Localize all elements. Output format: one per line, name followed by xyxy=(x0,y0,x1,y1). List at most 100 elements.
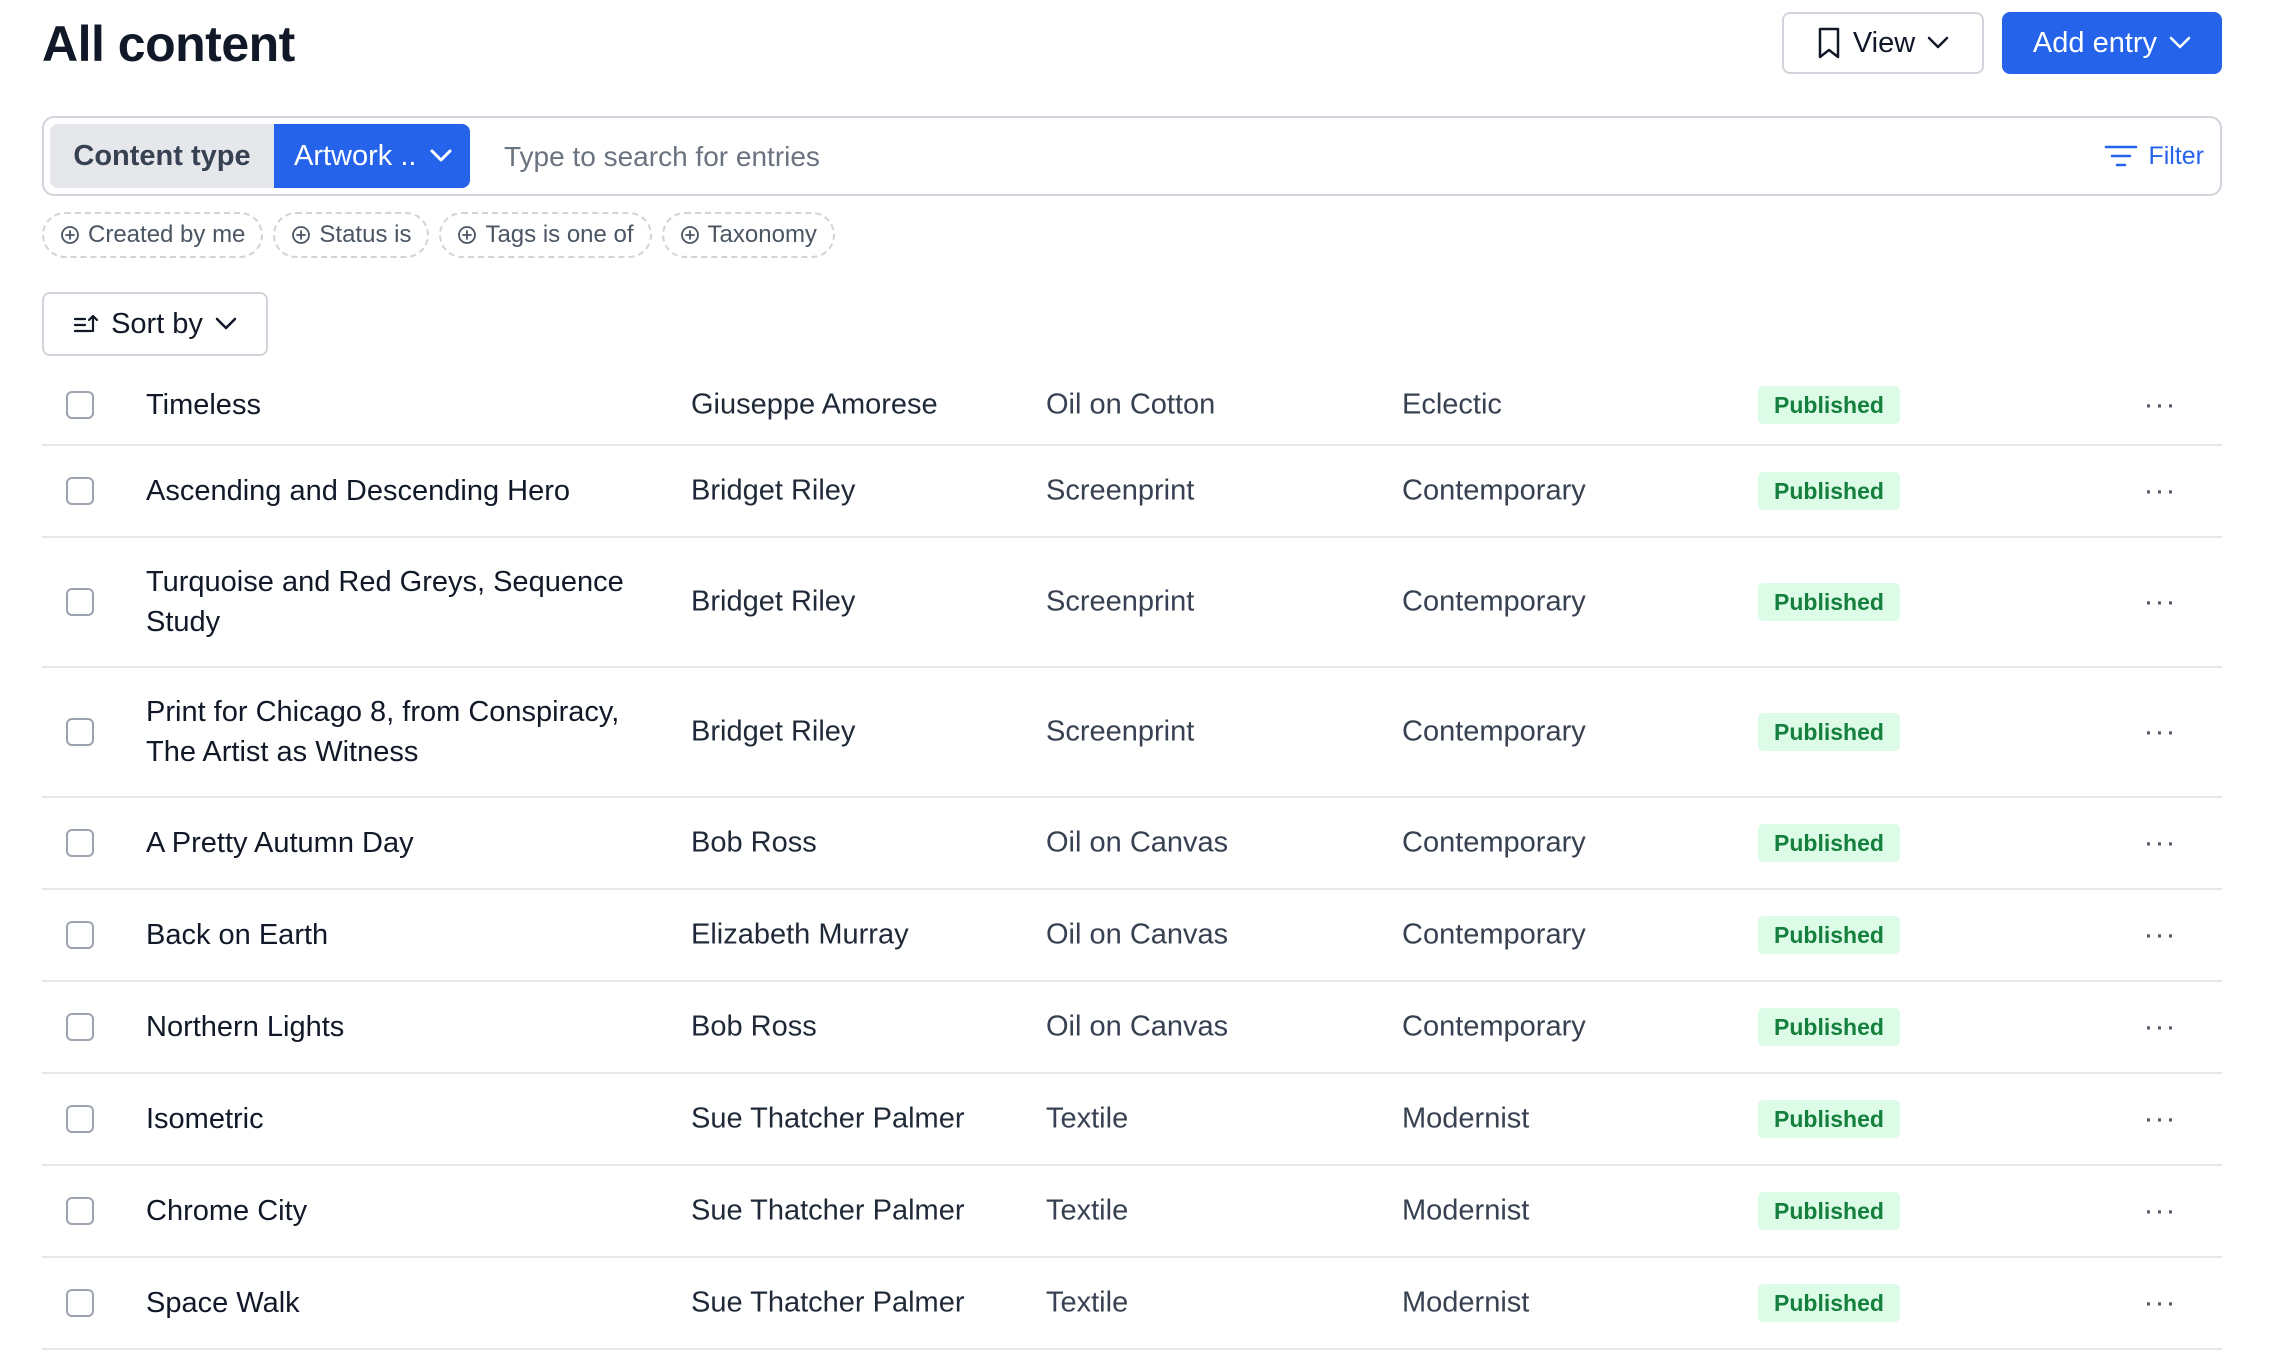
table-row[interactable]: Isometric Sue Thatcher Palmer Textile Mo… xyxy=(42,1074,2222,1166)
entry-medium: Oil on Cotton xyxy=(1046,388,1216,421)
more-horizontal-icon[interactable]: ··· xyxy=(2140,717,2180,747)
status-badge: Published xyxy=(1758,713,1900,751)
entry-medium: Screenprint xyxy=(1046,715,1195,748)
content-table: Timeless Giuseppe Amorese Oil on Cotton … xyxy=(42,366,2222,1350)
plus-circle-icon xyxy=(291,225,311,245)
add-entry-button[interactable]: Add entry xyxy=(2002,12,2222,74)
sort-icon xyxy=(73,313,99,335)
table-row[interactable]: Back on Earth Elizabeth Murray Oil on Ca… xyxy=(42,890,2222,982)
table-row[interactable]: Print for Chicago 8, from Conspiracy, Th… xyxy=(42,668,2222,798)
chevron-down-icon xyxy=(215,317,237,331)
row-checkbox[interactable] xyxy=(66,588,94,616)
entry-artist: Bridget Riley xyxy=(691,474,856,507)
more-horizontal-icon[interactable]: ··· xyxy=(2140,390,2180,420)
row-checkbox[interactable] xyxy=(66,1197,94,1225)
entry-artist: Sue Thatcher Palmer xyxy=(691,1194,965,1227)
more-horizontal-icon[interactable]: ··· xyxy=(2140,920,2180,950)
plus-circle-icon xyxy=(457,225,477,245)
table-row[interactable]: Timeless Giuseppe Amorese Oil on Cotton … xyxy=(42,366,2222,446)
sort-button[interactable]: Sort by xyxy=(42,292,268,356)
entry-title[interactable]: Back on Earth xyxy=(146,915,646,955)
entry-style: Contemporary xyxy=(1402,1010,1586,1043)
chip-tags-is-one-of[interactable]: Tags is one of xyxy=(439,212,652,258)
content-type-label: Content type xyxy=(50,124,274,188)
table-row[interactable]: Turquoise and Red Greys, Sequence Study … xyxy=(42,538,2222,668)
more-horizontal-icon[interactable]: ··· xyxy=(2140,476,2180,506)
chip-status-is[interactable]: Status is xyxy=(273,212,430,258)
table-row[interactable]: Northern Lights Bob Ross Oil on Canvas C… xyxy=(42,982,2222,1074)
entry-title[interactable]: Northern Lights xyxy=(146,1007,646,1047)
status-badge: Published xyxy=(1758,916,1900,954)
row-checkbox[interactable] xyxy=(66,1013,94,1041)
row-checkbox[interactable] xyxy=(66,829,94,857)
entry-style: Eclectic xyxy=(1402,388,1502,421)
chip-taxonomy[interactable]: Taxonomy xyxy=(661,212,835,258)
entry-style: Contemporary xyxy=(1402,585,1586,618)
entry-medium: Screenprint xyxy=(1046,474,1195,507)
content-type-select[interactable]: Artwork .. xyxy=(274,124,470,188)
chip-created-by-me[interactable]: Created by me xyxy=(42,212,264,258)
row-checkbox[interactable] xyxy=(66,391,94,419)
status-badge: Published xyxy=(1758,386,1900,424)
row-checkbox[interactable] xyxy=(66,1289,94,1317)
row-checkbox[interactable] xyxy=(66,921,94,949)
entry-title[interactable]: Turquoise and Red Greys, Sequence Study xyxy=(146,562,646,642)
entry-style: Contemporary xyxy=(1402,826,1586,859)
entry-style: Contemporary xyxy=(1402,918,1586,951)
entry-title[interactable]: Timeless xyxy=(146,385,646,425)
entry-medium: Textile xyxy=(1046,1286,1129,1319)
status-badge: Published xyxy=(1758,472,1900,510)
filter-button[interactable]: Filter xyxy=(2104,136,2204,176)
entry-artist: Giuseppe Amorese xyxy=(691,388,938,421)
row-checkbox[interactable] xyxy=(66,1105,94,1133)
more-horizontal-icon[interactable]: ··· xyxy=(2140,1288,2180,1318)
chip-label: Created by me xyxy=(88,221,246,248)
entry-artist: Sue Thatcher Palmer xyxy=(691,1286,965,1319)
entry-style: Modernist xyxy=(1402,1286,1530,1319)
row-checkbox[interactable] xyxy=(66,718,94,746)
entry-style: Modernist xyxy=(1402,1194,1530,1227)
plus-circle-icon xyxy=(680,225,700,245)
view-button[interactable]: View xyxy=(1782,12,1984,74)
chevron-down-icon xyxy=(430,149,452,163)
row-checkbox[interactable] xyxy=(66,477,94,505)
plus-circle-icon xyxy=(60,225,80,245)
entry-artist: Bob Ross xyxy=(691,826,817,859)
entry-artist: Bob Ross xyxy=(691,1010,817,1043)
filter-chips: Created by me Status is Tags is one of T… xyxy=(42,212,835,258)
table-row[interactable]: Ascending and Descending Hero Bridget Ri… xyxy=(42,446,2222,538)
filter-label: Filter xyxy=(2148,141,2204,170)
entry-medium: Oil on Canvas xyxy=(1046,918,1229,951)
search-bar: Content type Artwork .. Filter xyxy=(42,116,2222,196)
entry-artist: Bridget Riley xyxy=(691,715,856,748)
more-horizontal-icon[interactable]: ··· xyxy=(2140,587,2180,617)
entry-title[interactable]: Space Walk xyxy=(146,1283,646,1323)
add-entry-label: Add entry xyxy=(2032,26,2158,59)
chip-label: Status is xyxy=(319,221,412,248)
page-title: All content xyxy=(42,16,295,72)
more-horizontal-icon[interactable]: ··· xyxy=(2140,1012,2180,1042)
entry-medium: Oil on Canvas xyxy=(1046,1010,1229,1043)
table-row[interactable]: A Pretty Autumn Day Bob Ross Oil on Canv… xyxy=(42,798,2222,890)
entry-medium: Screenprint xyxy=(1046,585,1195,618)
status-badge: Published xyxy=(1758,1100,1900,1138)
search-input[interactable] xyxy=(502,130,2026,184)
filter-icon xyxy=(2104,144,2138,168)
more-horizontal-icon[interactable]: ··· xyxy=(2140,828,2180,858)
table-row[interactable]: Chrome City Sue Thatcher Palmer Textile … xyxy=(42,1166,2222,1258)
more-horizontal-icon[interactable]: ··· xyxy=(2140,1104,2180,1134)
entry-title[interactable]: Isometric xyxy=(146,1099,646,1139)
status-badge: Published xyxy=(1758,1008,1900,1046)
entry-title[interactable]: Chrome City xyxy=(146,1191,646,1231)
table-row[interactable]: Space Walk Sue Thatcher Palmer Textile M… xyxy=(42,1258,2222,1350)
entry-title[interactable]: Ascending and Descending Hero xyxy=(146,471,646,511)
sort-label: Sort by xyxy=(111,307,203,340)
entry-style: Contemporary xyxy=(1402,474,1586,507)
view-button-label: View xyxy=(1852,26,1916,59)
entry-artist: Sue Thatcher Palmer xyxy=(691,1102,965,1135)
more-horizontal-icon[interactable]: ··· xyxy=(2140,1196,2180,1226)
entry-title[interactable]: A Pretty Autumn Day xyxy=(146,823,646,863)
entry-title[interactable]: Print for Chicago 8, from Conspiracy, Th… xyxy=(146,692,646,772)
entry-medium: Oil on Canvas xyxy=(1046,826,1229,859)
chip-label: Tags is one of xyxy=(485,221,634,248)
